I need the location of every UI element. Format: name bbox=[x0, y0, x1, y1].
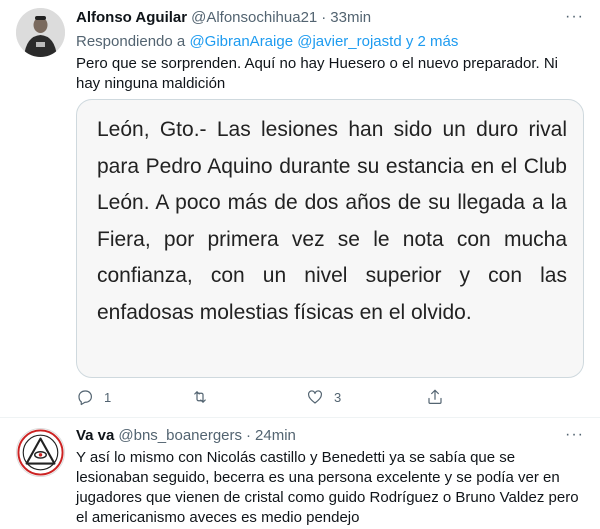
replying-to-label: Respondiendo a bbox=[76, 33, 186, 50]
retweet-icon bbox=[194, 391, 206, 403]
retweet-button[interactable] bbox=[191, 388, 306, 406]
display-name[interactable]: Va va bbox=[76, 427, 114, 444]
separator-dot: · bbox=[246, 427, 252, 444]
more-options-icon[interactable]: ··· bbox=[565, 8, 584, 26]
reply-icon bbox=[78, 390, 92, 406]
quoted-text-image[interactable]: León, Gto.- Las lesiones han sido un dur… bbox=[76, 99, 584, 378]
tweet-vava[interactable]: Va va @bns_boanergers · 24min ··· Y así … bbox=[0, 418, 600, 529]
user-handle[interactable]: @bns_boanergers bbox=[118, 427, 242, 444]
tweet-text: Y así lo mismo con Nicolás castillo y Be… bbox=[76, 449, 579, 526]
mention-link[interactable]: @GibranAraige bbox=[189, 33, 293, 50]
more-options-icon[interactable]: ··· bbox=[565, 426, 584, 444]
mention-link[interactable]: @javier_rojastd bbox=[297, 33, 401, 50]
quote-text: León, Gto.- Las lesiones han sido un dur… bbox=[97, 118, 567, 324]
display-name[interactable]: Alfonso Aguilar bbox=[76, 9, 187, 26]
reply-button[interactable]: 1 bbox=[76, 388, 191, 406]
avatar[interactable] bbox=[16, 8, 65, 57]
share-icon bbox=[428, 389, 442, 404]
timestamp[interactable]: 24min bbox=[255, 427, 296, 444]
like-count: 3 bbox=[334, 389, 342, 405]
separator-dot: · bbox=[321, 9, 327, 26]
tweet-alfonso[interactable]: Alfonso Aguilar @Alfonsochihua21 · 33min… bbox=[0, 0, 600, 417]
share-button[interactable] bbox=[426, 388, 454, 406]
user-handle[interactable]: @Alfonsochihua21 bbox=[191, 9, 317, 26]
heart-icon bbox=[308, 390, 322, 404]
like-button[interactable]: 3 bbox=[306, 388, 426, 406]
more-mentions-link[interactable]: y 2 más bbox=[406, 33, 459, 50]
triangle-eye-logo-icon bbox=[17, 429, 64, 476]
reply-count: 1 bbox=[104, 389, 112, 405]
tweet-actions: 1 3 bbox=[76, 386, 536, 408]
user-photo-icon bbox=[16, 8, 65, 57]
timestamp[interactable]: 33min bbox=[330, 9, 371, 26]
tweet-text: Pero que se sorprenden. Aquí no hay Hues… bbox=[76, 55, 558, 92]
avatar[interactable] bbox=[16, 428, 65, 477]
replying-to-line: Respondiendo a @GibranAraige @javier_roj… bbox=[76, 33, 458, 50]
